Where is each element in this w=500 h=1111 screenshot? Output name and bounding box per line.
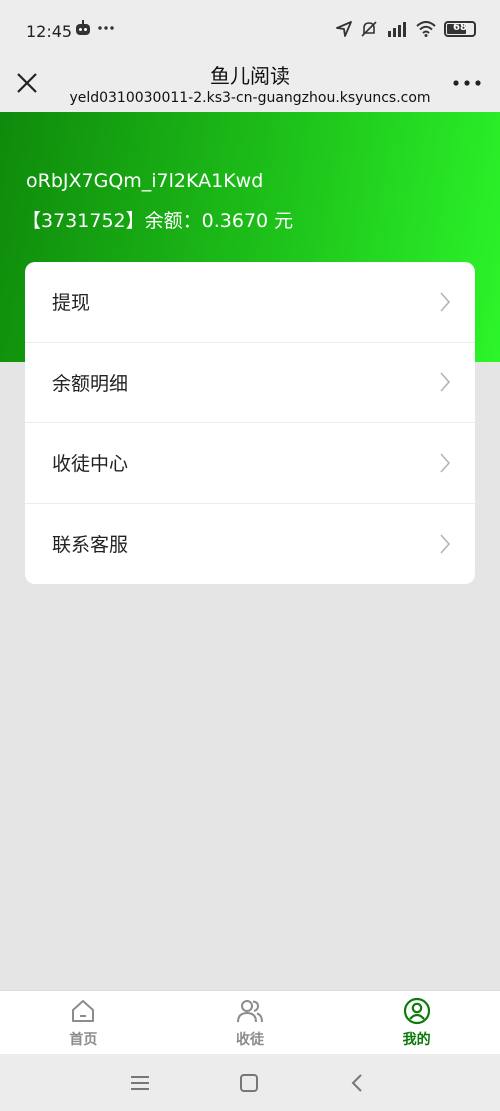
robot-icon — [76, 20, 90, 35]
status-bar: 12:45 68 — [0, 0, 500, 56]
battery-icon: 68 — [444, 21, 476, 37]
wifi-icon — [416, 21, 436, 37]
home-square-icon[interactable] — [238, 1072, 260, 1094]
status-right-icons: 68 — [336, 20, 476, 38]
bottom-tab-bar: 首页 收徒 我的 — [0, 990, 500, 1054]
tab-mine[interactable]: 我的 — [333, 991, 500, 1054]
balance-label: 余额： — [144, 210, 202, 232]
nav-bar: 鱼儿阅读 yeld0310030011-2.ks3-cn-guangzhou.k… — [0, 56, 500, 112]
tab-label: 我的 — [402, 1032, 431, 1048]
status-left-icons — [74, 20, 114, 36]
tab-label: 首页 — [69, 1032, 98, 1048]
balance-line: 【3731752】 余额： 0.3670 元 — [22, 206, 293, 233]
menu-item-withdraw[interactable]: 提现 — [25, 262, 475, 343]
menu-item-label: 提现 — [52, 292, 91, 315]
tab-label: 收徒 — [236, 1032, 264, 1048]
back-icon[interactable] — [346, 1072, 368, 1094]
user-circle-icon — [403, 997, 430, 1025]
menu-item-label: 余额明细 — [52, 372, 129, 395]
menu-item-balance-details[interactable]: 余额明细 — [25, 343, 475, 423]
chevron-right-icon — [440, 292, 451, 312]
menu-item-label: 联系客服 — [52, 534, 129, 557]
home-icon — [72, 1000, 95, 1022]
page-title: 鱼儿阅读 — [210, 64, 290, 88]
user-id: oRbJX7GQm_i7l2KA1Kwd — [26, 170, 264, 192]
chevron-right-icon — [440, 534, 451, 554]
menu-item-apprentice-center[interactable]: 收徒中心 — [25, 423, 475, 504]
status-time: 12:45 — [26, 22, 73, 41]
chevron-right-icon — [440, 453, 451, 473]
more-options-icon[interactable] — [452, 78, 482, 88]
mute-icon — [361, 21, 377, 37]
tab-home[interactable]: 首页 — [0, 991, 167, 1054]
account-number: 【3731752】 — [22, 210, 145, 232]
signal-icon — [388, 22, 406, 37]
more-dots-icon — [98, 26, 114, 30]
chevron-right-icon — [440, 372, 451, 392]
location-icon — [336, 21, 352, 37]
battery-level: 68 — [453, 22, 467, 33]
tab-apprentice[interactable]: 收徒 — [167, 991, 334, 1054]
menu-card: 提现 余额明细 收徒中心 联系客服 — [25, 262, 475, 584]
balance-value: 0.3670 元 — [201, 210, 294, 232]
menu-item-label: 收徒中心 — [52, 453, 129, 476]
users-icon — [237, 1000, 263, 1023]
menu-icon[interactable] — [129, 1072, 151, 1094]
system-nav-bar — [0, 1054, 500, 1111]
page-url: yeld0310030011-2.ks3-cn-guangzhou.ksyunc… — [69, 90, 431, 106]
menu-item-customer-service[interactable]: 联系客服 — [25, 504, 475, 585]
